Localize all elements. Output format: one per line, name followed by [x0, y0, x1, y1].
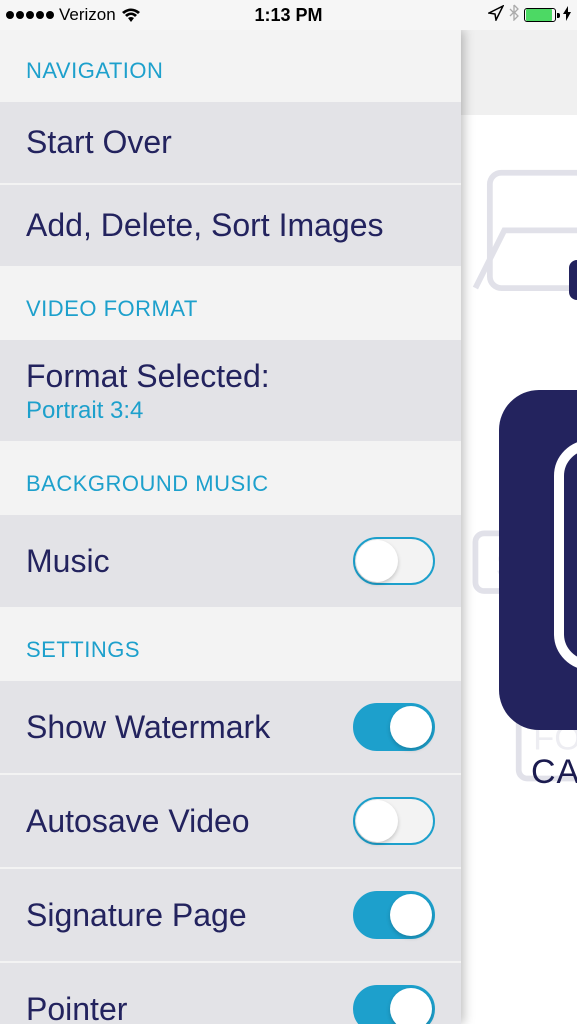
status-left: Verizon — [6, 5, 141, 25]
menu-item-format[interactable]: Format Selected: Portrait 3:4 — [0, 340, 461, 443]
bluetooth-icon — [509, 4, 519, 26]
autosave-toggle[interactable] — [353, 797, 435, 845]
menu-item-pointer: Pointer — [0, 963, 461, 1024]
main-panel: FOR SOLD CA — [461, 30, 577, 1024]
section-header-video-format: VIDEO FORMAT — [0, 268, 461, 340]
menu-item-watermark: Show Watermark — [0, 681, 461, 775]
camera-icon — [554, 440, 577, 670]
menu-item-label: Signature Page — [26, 897, 247, 934]
menu-item-music: Music — [0, 515, 461, 609]
menu-item-label: Autosave Video — [26, 803, 250, 840]
menu-item-label: Pointer — [26, 991, 127, 1024]
charging-icon — [563, 6, 571, 24]
signal-strength-icon — [6, 11, 54, 19]
status-bar: Verizon 1:13 PM — [0, 0, 577, 30]
main-body: FOR SOLD CA — [461, 115, 577, 1024]
card-label: CA — [531, 753, 577, 792]
location-icon — [488, 5, 504, 26]
wifi-icon — [121, 8, 141, 23]
hero-bar — [569, 260, 577, 300]
section-header-navigation: NAVIGATION — [0, 30, 461, 102]
format-value: Portrait 3:4 — [26, 397, 435, 425]
clock: 1:13 PM — [254, 5, 322, 26]
camera-card[interactable] — [499, 390, 577, 730]
music-toggle[interactable] — [353, 537, 435, 585]
carrier-label: Verizon — [59, 5, 116, 25]
format-label: Format Selected: — [26, 358, 435, 395]
main-header — [461, 30, 577, 115]
menu-item-autosave: Autosave Video — [0, 775, 461, 869]
menu-item-label: Music — [26, 543, 110, 580]
section-header-settings: SETTINGS — [0, 609, 461, 681]
battery-icon — [524, 8, 556, 22]
menu-item-label: Show Watermark — [26, 709, 270, 746]
watermark-toggle[interactable] — [353, 703, 435, 751]
menu-item-label: Add, Delete, Sort Images — [26, 207, 384, 244]
section-header-background-music: BACKGROUND MUSIC — [0, 443, 461, 515]
pointer-toggle[interactable] — [353, 985, 435, 1024]
menu-item-start-over[interactable]: Start Over — [0, 102, 461, 185]
menu-item-signature: Signature Page — [0, 869, 461, 963]
status-right — [488, 4, 571, 26]
menu-item-manage-images[interactable]: Add, Delete, Sort Images — [0, 185, 461, 268]
settings-menu-panel: NAVIGATION Start Over Add, Delete, Sort … — [0, 30, 461, 1024]
menu-item-label: Start Over — [26, 124, 172, 161]
signature-toggle[interactable] — [353, 891, 435, 939]
